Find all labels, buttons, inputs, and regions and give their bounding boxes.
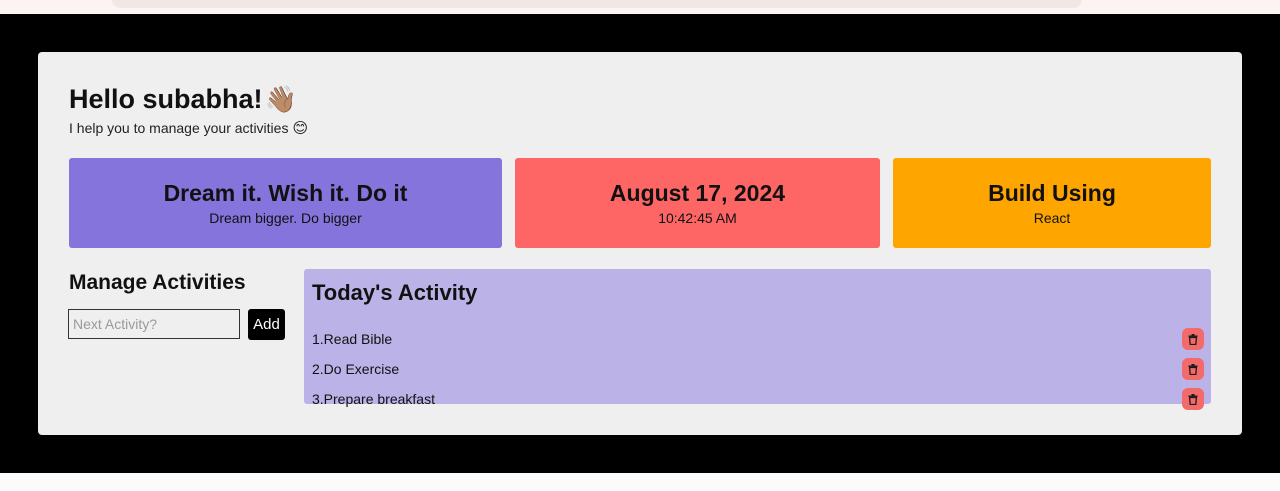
manage-activities-heading: Manage Activities [69,271,246,294]
tagline: I help you to manage your activities 😊 [69,119,308,137]
date-time-card: August 17, 2024 10:42:45 AM [515,158,880,248]
activity-item: 1.Read Bible [312,327,1204,351]
date-text: August 17, 2024 [609,180,786,206]
delete-button[interactable] [1182,328,1204,350]
time-text: 10:42:45 AM [658,210,737,226]
todays-activity-panel: Today's Activity 1.Read Bible 2.Do Exerc… [304,269,1211,410]
todays-activity-heading: Today's Activity [312,280,478,305]
card-title: Dream it. Wish it. Do it [163,180,408,206]
card-title: Build Using [988,180,1116,206]
browser-top-strip [0,0,1280,14]
card-subtitle: React [1033,210,1071,226]
add-activity-button[interactable]: Add [248,309,285,340]
activity-label: 1.Read Bible [312,331,393,347]
delete-button[interactable] [1182,358,1204,380]
activity-item: 2.Do Exercise [312,357,1204,381]
activity-label: 3.Prepare breakfast [312,391,435,407]
activity-item: 3.Prepare breakfast [312,387,1204,411]
activity-label: 2.Do Exercise [312,361,400,377]
greeting-heading: Hello subabha! 👋🏽 [69,84,297,115]
trash-icon [1188,363,1198,375]
address-bar[interactable] [112,0,1082,8]
tagline-text: I help you to manage your activities [69,120,289,136]
motivation-card: Dream it. Wish it. Do it Dream bigger. D… [69,158,502,248]
delete-button[interactable] [1182,388,1204,410]
greeting-text: Hello subabha! [69,84,263,114]
build-info-card: Build Using React [893,158,1211,248]
trash-icon [1188,393,1198,405]
main-panel: Hello subabha! 👋🏽 I help you to manage y… [38,52,1242,435]
next-activity-input[interactable] [68,309,240,339]
trash-icon [1188,333,1198,345]
card-subtitle: Dream bigger. Do bigger [209,210,362,226]
browser-bottom-strip [0,473,1280,491]
smile-icon: 😊 [292,120,309,137]
waving-hand-icon: 👋🏽 [264,84,297,114]
